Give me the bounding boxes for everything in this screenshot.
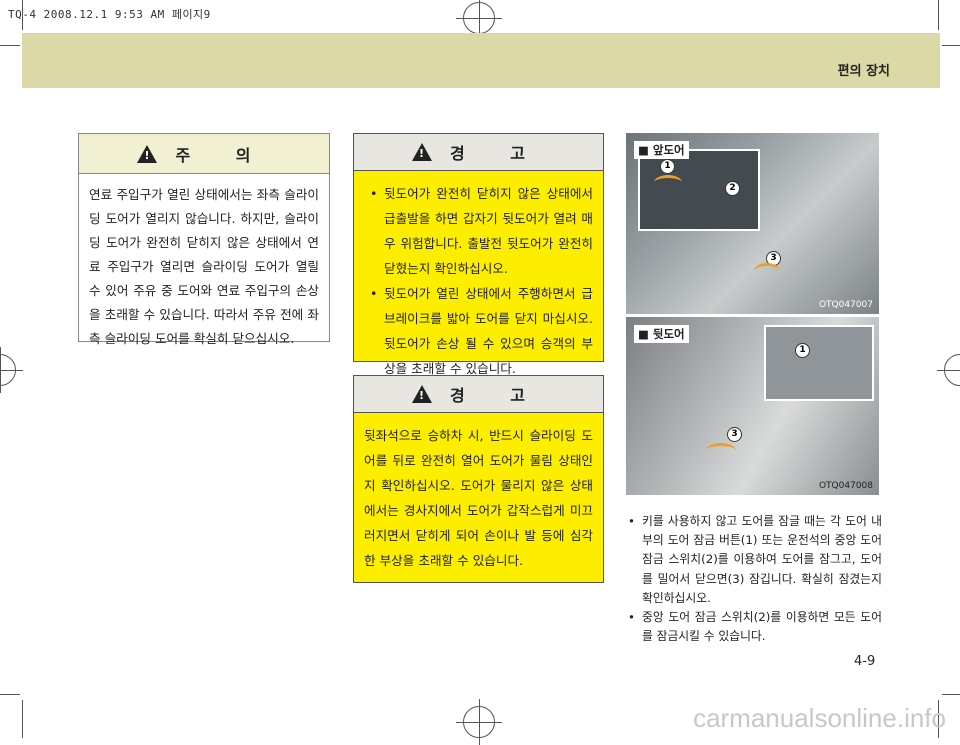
body-bullet: 중앙 도어 잠금 스위치(2)를 이용하면 모든 도어를 잠금시킬 수 있습니다… bbox=[626, 608, 882, 646]
warning-2-title: 경 고 bbox=[449, 386, 545, 405]
front-door-photo: ■ 앞도어 1 2 3 OTQ047007 bbox=[626, 133, 879, 314]
warning-box-2: 경 고 뒷좌석으로 승하차 시, 반드시 슬라이딩 도어를 뒤로 완전히 열어 … bbox=[353, 375, 604, 583]
warning-triangle-icon bbox=[411, 143, 432, 161]
registration-mark-bottom bbox=[456, 699, 502, 745]
registration-mark-top bbox=[456, 0, 502, 41]
arrow-icon bbox=[654, 175, 682, 190]
rear-door-figure-code: OTQ047008 bbox=[818, 481, 873, 491]
registration-mark-left bbox=[0, 347, 23, 393]
rear-lock-inset bbox=[764, 325, 874, 401]
warning-1-title: 경 고 bbox=[449, 144, 545, 163]
warning-triangle-icon bbox=[411, 385, 432, 403]
rear-door-label: ■ 뒷도어 bbox=[634, 325, 689, 343]
crop-mark-bottom-left-h bbox=[0, 694, 20, 695]
warning-triangle-icon bbox=[137, 144, 158, 163]
crop-mark-top-left-h bbox=[0, 45, 20, 46]
warning-2-text: 뒷좌석으로 승하차 시, 반드시 슬라이딩 도어를 뒤로 완전히 열어 도어가 … bbox=[364, 428, 593, 568]
body-bullet: 키를 사용하지 않고 도어를 잠글 때는 각 도어 내부의 도어 잠금 버튼(1… bbox=[626, 512, 882, 608]
print-header: TQ-4 2008.12.1 9:53 AM 페이지9 bbox=[8, 8, 211, 21]
warning-2-header: 경 고 bbox=[354, 376, 603, 413]
warning-1-item: 뒷도어가 열린 상태에서 주행하면서 급브레이크를 밟아 도어를 닫지 마십시오… bbox=[368, 281, 593, 381]
warning-box-1: 경 고 뒷도어가 완전히 닫히지 않은 상태에서 급출발을 하면 갑자기 뒷도어… bbox=[353, 133, 604, 376]
arrow-icon bbox=[706, 443, 736, 458]
registration-mark-right bbox=[937, 354, 960, 386]
callout-3: 3 bbox=[727, 427, 742, 442]
crop-mark-bottom-left bbox=[22, 700, 23, 738]
warning-1-header: 경 고 bbox=[354, 134, 603, 171]
crop-mark-bottom-right-h bbox=[942, 694, 960, 695]
callout-1: 1 bbox=[795, 343, 810, 358]
caution-box: 주 의 연료 주입구가 열린 상태에서는 좌측 슬라이딩 도어가 열리지 않습니… bbox=[78, 133, 330, 346]
watermark: carmanualsonline.info bbox=[693, 703, 946, 733]
callout-1: 1 bbox=[660, 159, 675, 174]
warning-1-list: 뒷도어가 완전히 닫히지 않은 상태에서 급출발을 하면 갑자기 뒷도어가 열려… bbox=[354, 171, 603, 381]
door-switch-inset bbox=[638, 149, 760, 231]
arrow-icon bbox=[754, 263, 780, 280]
caution-title: 주 의 bbox=[175, 145, 271, 165]
crop-mark-top-right bbox=[938, 0, 939, 30]
front-door-figure-code: OTQ047007 bbox=[818, 300, 873, 310]
warning-1-item: 뒷도어가 완전히 닫히지 않은 상태에서 급출발을 하면 갑자기 뒷도어가 열려… bbox=[368, 181, 593, 281]
caution-header: 주 의 bbox=[79, 134, 329, 174]
crop-mark-top-right-h bbox=[942, 45, 960, 46]
crop-mark-top-left bbox=[22, 0, 23, 30]
front-door-label: ■ 앞도어 bbox=[634, 141, 689, 159]
page-number: 4-9 bbox=[854, 654, 876, 669]
body-bullets: 키를 사용하지 않고 도어를 잠글 때는 각 도어 내부의 도어 잠금 버튼(1… bbox=[626, 512, 882, 646]
rear-door-photo: ■ 뒷도어 1 3 OTQ047008 bbox=[626, 317, 879, 495]
caution-text: 연료 주입구가 열린 상태에서는 좌측 슬라이딩 도어가 열리지 않습니다. 하… bbox=[89, 187, 319, 346]
callout-2: 2 bbox=[725, 181, 740, 196]
header-band bbox=[22, 33, 940, 88]
section-title: 편의 장치 bbox=[837, 64, 890, 79]
